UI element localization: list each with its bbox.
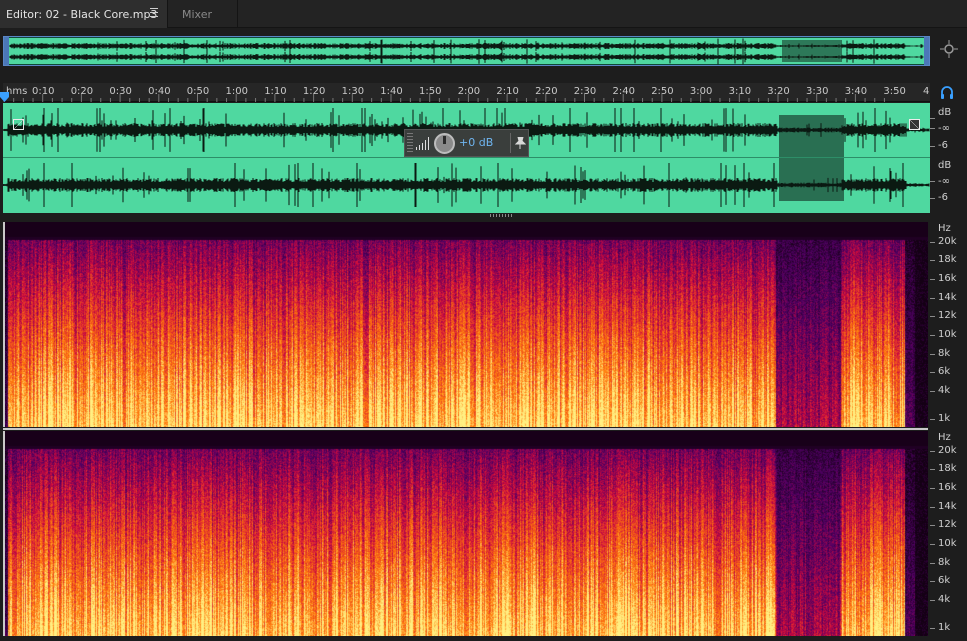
panel-resize-grip[interactable]	[490, 214, 514, 217]
amp-label-inf-2: -∞	[938, 176, 950, 187]
frequency-label: 12k	[938, 310, 957, 321]
ruler-tick-label: 3:50	[883, 86, 906, 97]
ruler-tick-label: 2:20	[535, 86, 558, 97]
tab-mixer-label: Mixer	[182, 7, 213, 21]
ruler-tick-label: 0:30	[109, 86, 132, 97]
frequency-scale-channel-1: Hz 20k 18k 16k 14k 12k 10k 8k 6k 4k 1k	[930, 222, 967, 427]
panel-menu-icon[interactable]	[150, 8, 158, 17]
zoom-navigator-icon[interactable]	[940, 40, 958, 58]
frequency-label: 16k	[938, 482, 957, 493]
ruler-tick-label: 2:00	[457, 86, 481, 97]
amplitude-scale: dB -∞ -6 dB -∞ -6	[930, 103, 967, 213]
ruler-tick-label: 3:20	[767, 86, 790, 97]
level-meter-icon	[416, 137, 429, 150]
frequency-label: 20k	[938, 445, 957, 456]
ruler-tick-label: 2:10	[496, 86, 519, 97]
overview-right-handle[interactable]	[924, 37, 929, 65]
frequency-unit-label: Hz	[938, 223, 951, 234]
frequency-label: 1k	[938, 622, 951, 633]
spectral-edge	[3, 222, 5, 427]
ruler-tick-label: 0:50	[186, 86, 210, 97]
gain-knob[interactable]	[434, 133, 455, 154]
frequency-label: 10k	[938, 329, 957, 340]
gain-value[interactable]: +0 dB	[459, 136, 493, 149]
time-ruler[interactable]: hms 0:10 0:20 0:30 0:40 0:50 1:00 1:10 1:20 1:30…	[3, 83, 930, 102]
frequency-label: 14k	[938, 292, 957, 303]
ruler-tick-label: 0:20	[70, 86, 94, 97]
frequency-label: 4k	[938, 594, 951, 605]
tab-editor[interactable]: Editor: 02 - Black Core.mp3	[0, 0, 168, 28]
channel-divider	[3, 157, 930, 158]
ruler-tick-label: 0:10	[32, 86, 55, 97]
fade-out-handle[interactable]	[909, 119, 920, 130]
frequency-label: 1k	[938, 413, 951, 424]
frequency-label: 6k	[938, 575, 951, 586]
frequency-label: 14k	[938, 501, 957, 512]
ruler-tick-label: 0:40	[148, 86, 171, 97]
amp-label-minus6-1: -6	[938, 140, 948, 151]
waveform-display[interactable]	[3, 103, 930, 213]
channel-divider-spectral	[3, 428, 928, 430]
ruler-tick-label: 1:20	[302, 86, 326, 97]
spectrogram-channel-1	[3, 222, 928, 427]
fade-in-handle[interactable]	[13, 119, 24, 130]
spectral-edge	[3, 431, 5, 636]
ruler-tick-label: 1:40	[380, 86, 403, 97]
gain-hud[interactable]: +0 dB	[404, 129, 529, 157]
spectrogram-channel-2	[3, 431, 928, 636]
tab-mixer[interactable]: Mixer	[168, 0, 238, 28]
frequency-unit-label: Hz	[938, 432, 951, 443]
ruler-unit-label: hms	[6, 86, 28, 97]
frequency-scale-channel-2: Hz 20k 18k 16k 14k 12k 10k 8k 6k 4k 1k	[930, 431, 967, 636]
spectral-display-channel-2[interactable]	[3, 431, 928, 636]
waveform-trace	[3, 108, 930, 207]
amp-label-minus6-2: -6	[938, 192, 948, 203]
frequency-label: 20k	[938, 236, 957, 247]
overview-left-handle[interactable]	[4, 37, 9, 65]
overview-navigator[interactable]	[3, 36, 930, 66]
frequency-label: 16k	[938, 273, 957, 284]
pin-icon[interactable]	[515, 137, 526, 149]
panel-tab-bar: Editor: 02 - Black Core.mp3 Mixer	[0, 0, 967, 28]
ruler-tick-label: 3:00	[689, 86, 713, 97]
overview-waveform	[9, 38, 924, 65]
playhead-marker[interactable]	[0, 92, 9, 102]
ruler-tick-label: 1:00	[225, 86, 248, 97]
hud-drag-grip[interactable]	[407, 133, 413, 153]
frequency-label: 4k	[938, 385, 951, 396]
ruler-tick-label: 3:10	[728, 86, 752, 97]
frequency-label: 10k	[938, 538, 957, 549]
frequency-label: 18k	[938, 463, 957, 474]
spectral-display-channel-1[interactable]	[3, 222, 928, 427]
headphones-icon[interactable]	[940, 86, 954, 99]
hud-separator	[510, 133, 511, 153]
frequency-label: 12k	[938, 519, 957, 530]
amp-label-db-1: dB	[938, 107, 952, 118]
tab-editor-label: Editor: 02 - Black Core.mp3	[6, 7, 158, 21]
ruler-tick-label: 2:50	[651, 86, 674, 97]
ruler-tick-label: 1:30	[341, 86, 365, 97]
frequency-label: 6k	[938, 366, 951, 377]
frequency-label: 18k	[938, 254, 957, 265]
ruler-tick-label: 1:10	[264, 86, 287, 97]
ruler-tick-label: 1:50	[419, 86, 442, 97]
ruler-tick-label: 3:40	[844, 86, 868, 97]
amp-label-inf-1: -∞	[938, 123, 950, 134]
ruler-tick-label: 3:30	[806, 86, 829, 97]
frequency-label: 8k	[938, 557, 951, 568]
ruler-end-label: 4	[923, 86, 930, 97]
amp-label-db-2: dB	[938, 160, 952, 171]
ruler-tick-label: 2:40	[612, 86, 635, 97]
frequency-label: 8k	[938, 348, 951, 359]
ruler-tick-label: 2:30	[573, 86, 597, 97]
